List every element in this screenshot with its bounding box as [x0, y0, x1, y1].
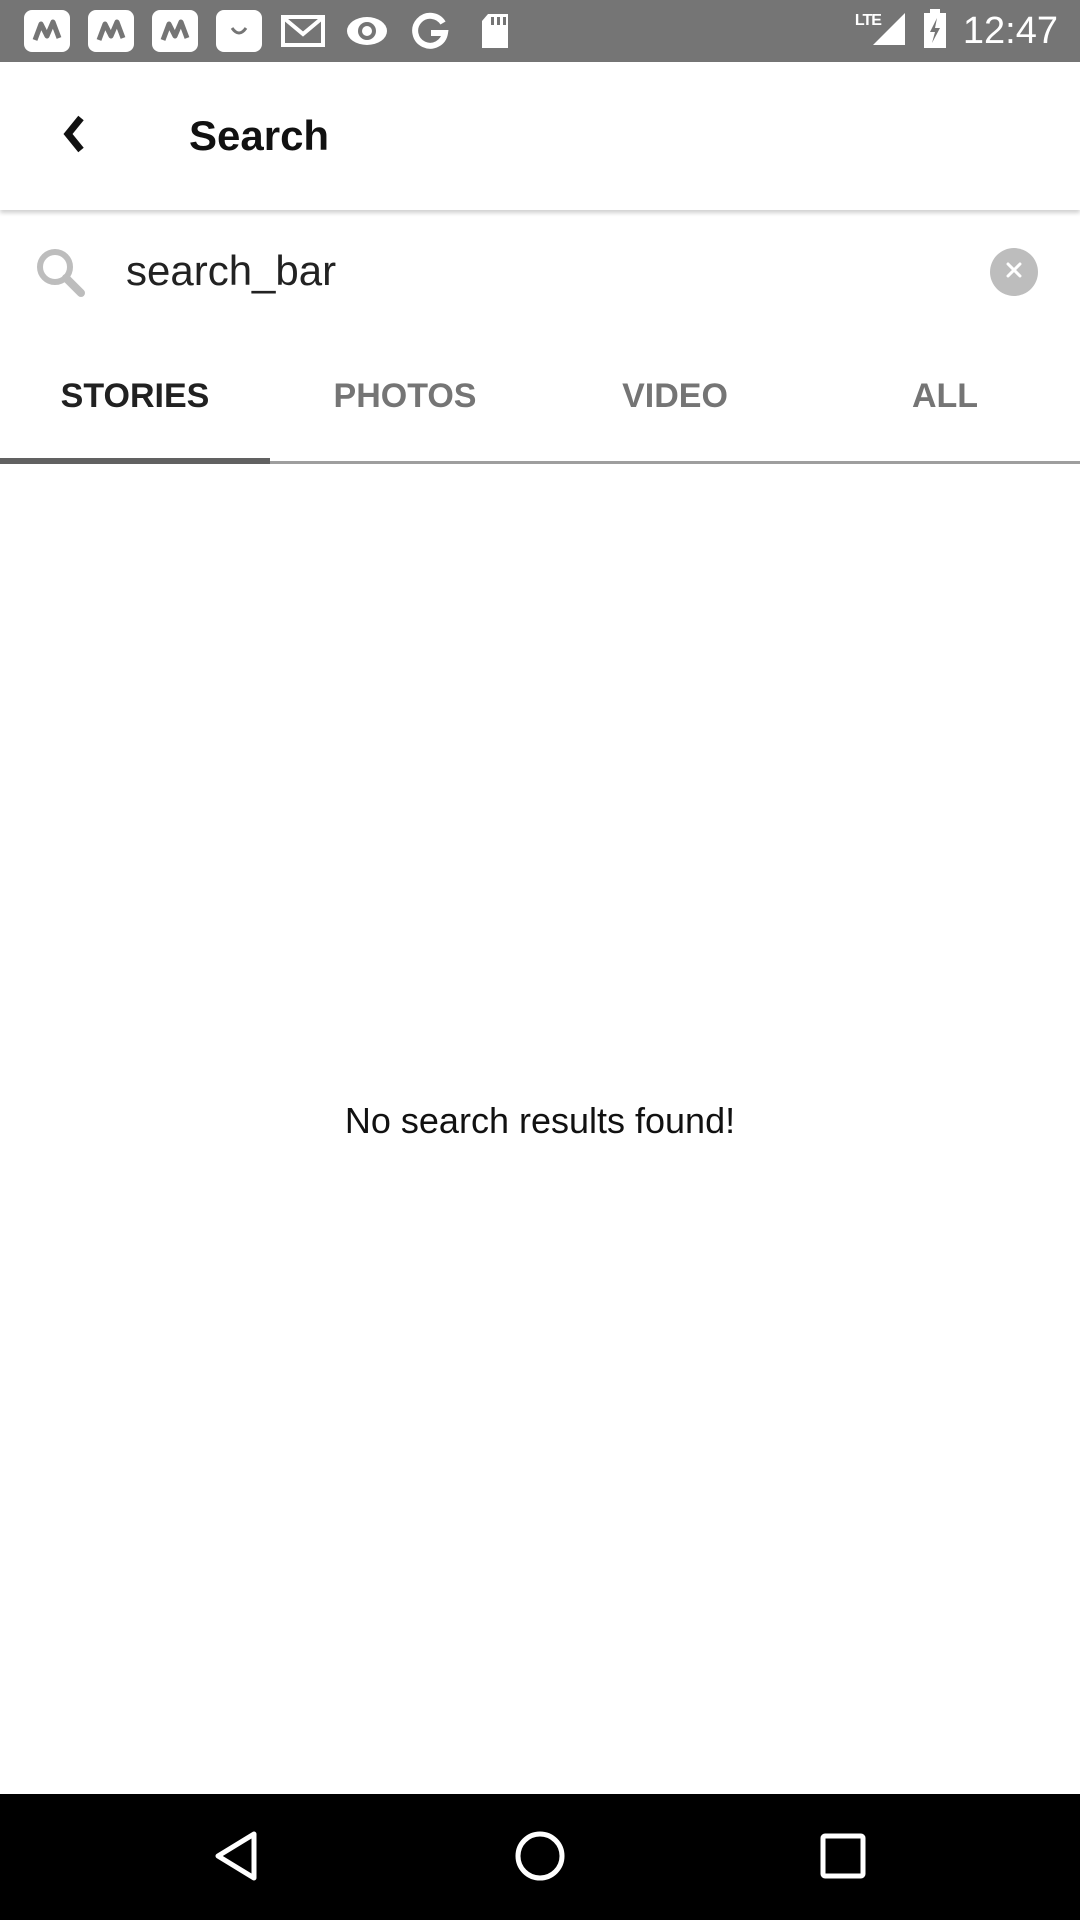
sd-card-icon	[472, 10, 518, 52]
tab-video[interactable]: VIDEO	[540, 332, 810, 461]
screen: LTE 12:47 Search search_bar STORIES PHOT…	[0, 0, 1080, 1920]
app-notification-icon	[24, 10, 70, 52]
google-icon	[408, 10, 454, 52]
eye-icon	[344, 10, 390, 52]
tab-stories[interactable]: STORIES	[0, 332, 270, 464]
nav-back-button[interactable]	[200, 1822, 272, 1894]
search-bar	[0, 212, 1080, 332]
app-notification-icon	[152, 10, 198, 52]
nav-recents-button[interactable]	[807, 1822, 879, 1894]
tab-all[interactable]: ALL	[810, 332, 1080, 461]
search-icon	[34, 246, 86, 298]
network-label: LTE	[854, 12, 882, 29]
notification-icons	[24, 10, 518, 52]
chevron-left-icon	[61, 114, 87, 159]
clock: 12:47	[962, 9, 1058, 52]
page-title: Search	[189, 112, 330, 159]
nav-home-button[interactable]	[504, 1822, 576, 1894]
back-button[interactable]	[40, 102, 108, 170]
gmail-icon	[280, 10, 326, 52]
battery-icon	[923, 8, 947, 54]
status-bar: LTE 12:47	[0, 0, 1080, 62]
empty-results-message: No search results found!	[344, 1100, 736, 1141]
circle-home-icon	[514, 1830, 566, 1887]
app-bar: Search	[0, 62, 1080, 210]
square-recents-icon	[819, 1832, 867, 1885]
tab-bar: STORIES PHOTOS VIDEO ALL	[0, 332, 1080, 464]
smile-bag-icon	[216, 10, 262, 52]
status-right: LTE 12:47	[855, 8, 1058, 54]
triangle-back-icon	[212, 1830, 260, 1887]
close-icon	[1004, 260, 1024, 285]
tab-photos[interactable]: PHOTOS	[270, 332, 540, 461]
system-nav-bar	[0, 1794, 1080, 1920]
search-input[interactable]	[126, 240, 946, 302]
app-notification-icon	[88, 10, 134, 52]
clear-search-button[interactable]	[990, 248, 1038, 296]
